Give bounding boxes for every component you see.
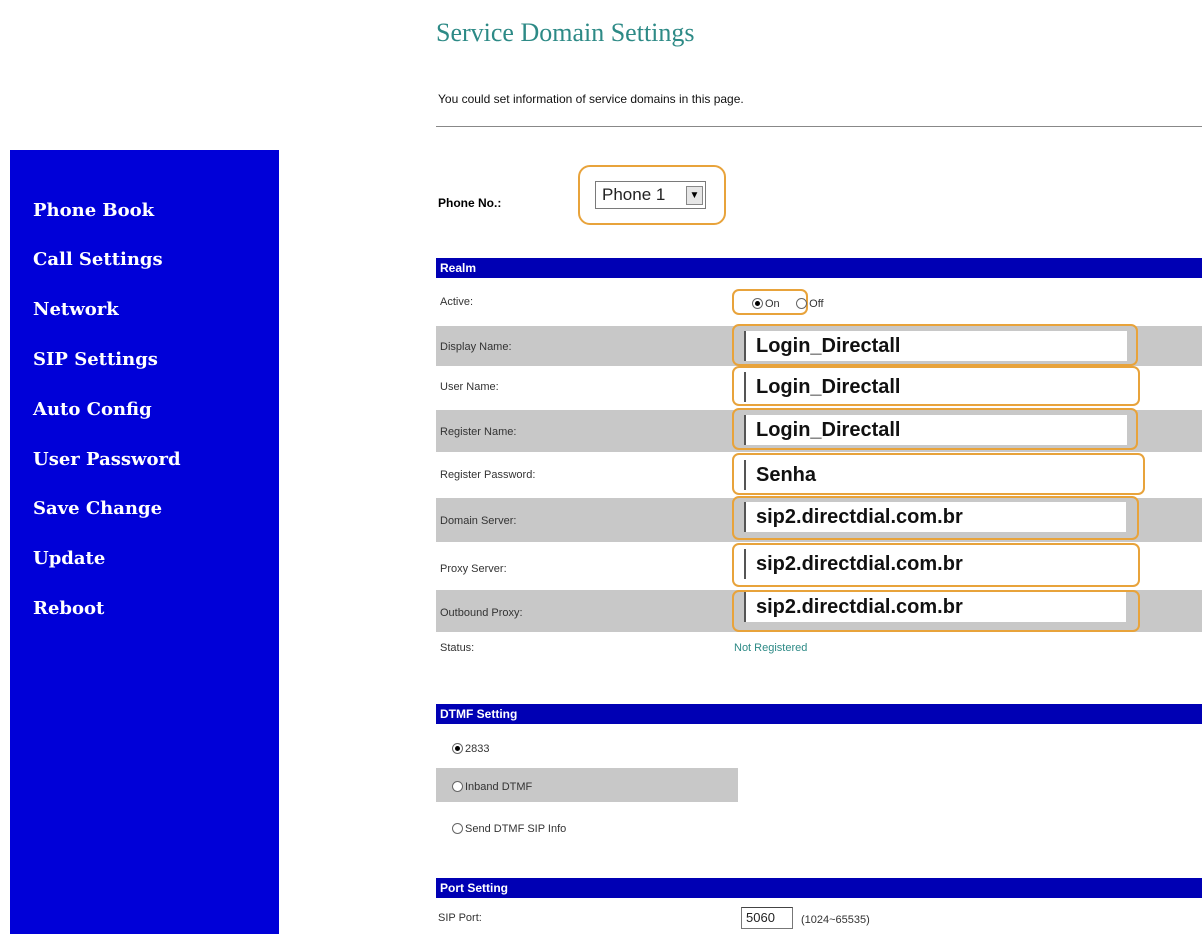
sip-port-label: SIP Port: bbox=[438, 912, 482, 924]
sip-port-input[interactable]: 5060 bbox=[741, 907, 793, 929]
sidebar-item-network[interactable]: Network bbox=[33, 299, 119, 320]
phone-select[interactable]: Phone 1 ▼ bbox=[595, 181, 706, 209]
proxy-server-label: Proxy Server: bbox=[440, 563, 507, 575]
register-password-highlight bbox=[732, 453, 1145, 495]
sidebar-item-auto-config[interactable]: Auto Config bbox=[33, 399, 152, 420]
dtmf-inband-row: Inband DTMF bbox=[436, 768, 738, 802]
active-radio-group: On Off bbox=[752, 295, 824, 313]
active-on-label: On bbox=[765, 297, 780, 310]
phone-no-label: Phone No.: bbox=[438, 196, 502, 210]
dtmf-header: DTMF Setting bbox=[436, 704, 1202, 724]
sidebar-item-sip-settings[interactable]: SIP Settings bbox=[33, 349, 158, 370]
register-name-highlight bbox=[732, 408, 1138, 450]
dtmf-inband-label: Inband DTMF bbox=[465, 780, 533, 793]
sip-port-range: (1024~65535) bbox=[801, 914, 870, 926]
dtmf-option-inband: Inband DTMF bbox=[452, 778, 532, 796]
proxy-server-highlight bbox=[732, 543, 1140, 587]
domain-server-highlight bbox=[732, 496, 1139, 540]
dtmf-2833-radio[interactable] bbox=[452, 743, 463, 755]
domain-server-label: Domain Server: bbox=[440, 515, 517, 527]
page-title: Service Domain Settings bbox=[436, 18, 695, 47]
sidebar-item-user-password[interactable]: User Password bbox=[33, 449, 181, 470]
display-name-label: Display Name: bbox=[440, 341, 512, 353]
sidebar-nav: Phone Book Call Settings Network SIP Set… bbox=[10, 150, 279, 934]
register-password-label: Register Password: bbox=[440, 469, 536, 481]
phone-select-value: Phone 1 bbox=[602, 185, 666, 204]
active-off-label: Off bbox=[809, 297, 824, 310]
active-label: Active: bbox=[440, 296, 474, 308]
outbound-proxy-label: Outbound Proxy: bbox=[440, 607, 523, 619]
user-name-label: User Name: bbox=[440, 381, 499, 393]
sidebar-item-phone-book[interactable]: Phone Book bbox=[33, 200, 154, 221]
dtmf-option-sip-info: Send DTMF SIP Info bbox=[452, 820, 566, 838]
active-on-radio[interactable] bbox=[752, 298, 763, 310]
dtmf-sip-info-radio[interactable] bbox=[452, 823, 463, 835]
dtmf-sip-info-label: Send DTMF SIP Info bbox=[465, 822, 567, 835]
sidebar-item-reboot[interactable]: Reboot bbox=[33, 598, 104, 619]
sidebar-item-update[interactable]: Update bbox=[33, 548, 105, 569]
chevron-down-icon[interactable]: ▼ bbox=[686, 186, 703, 205]
register-name-label: Register Name: bbox=[440, 426, 517, 438]
sidebar-item-save-change[interactable]: Save Change bbox=[33, 498, 162, 519]
dtmf-option-2833: 2833 bbox=[452, 740, 489, 758]
status-label: Status: bbox=[440, 642, 475, 654]
display-name-highlight bbox=[732, 324, 1138, 366]
user-name-highlight bbox=[732, 366, 1140, 406]
dtmf-2833-label: 2833 bbox=[465, 742, 490, 755]
status-value: Not Registered bbox=[734, 642, 808, 654]
header-divider bbox=[436, 126, 1202, 127]
realm-header: Realm bbox=[436, 258, 1202, 278]
outbound-proxy-highlight bbox=[732, 590, 1140, 632]
page-intro: You could set information of service dom… bbox=[438, 92, 744, 106]
active-off-radio[interactable] bbox=[796, 298, 808, 310]
status-row: Status: bbox=[436, 638, 1202, 660]
sidebar-item-call-settings[interactable]: Call Settings bbox=[33, 249, 163, 270]
dtmf-inband-radio[interactable] bbox=[452, 781, 463, 793]
port-header: Port Setting bbox=[436, 878, 1202, 898]
